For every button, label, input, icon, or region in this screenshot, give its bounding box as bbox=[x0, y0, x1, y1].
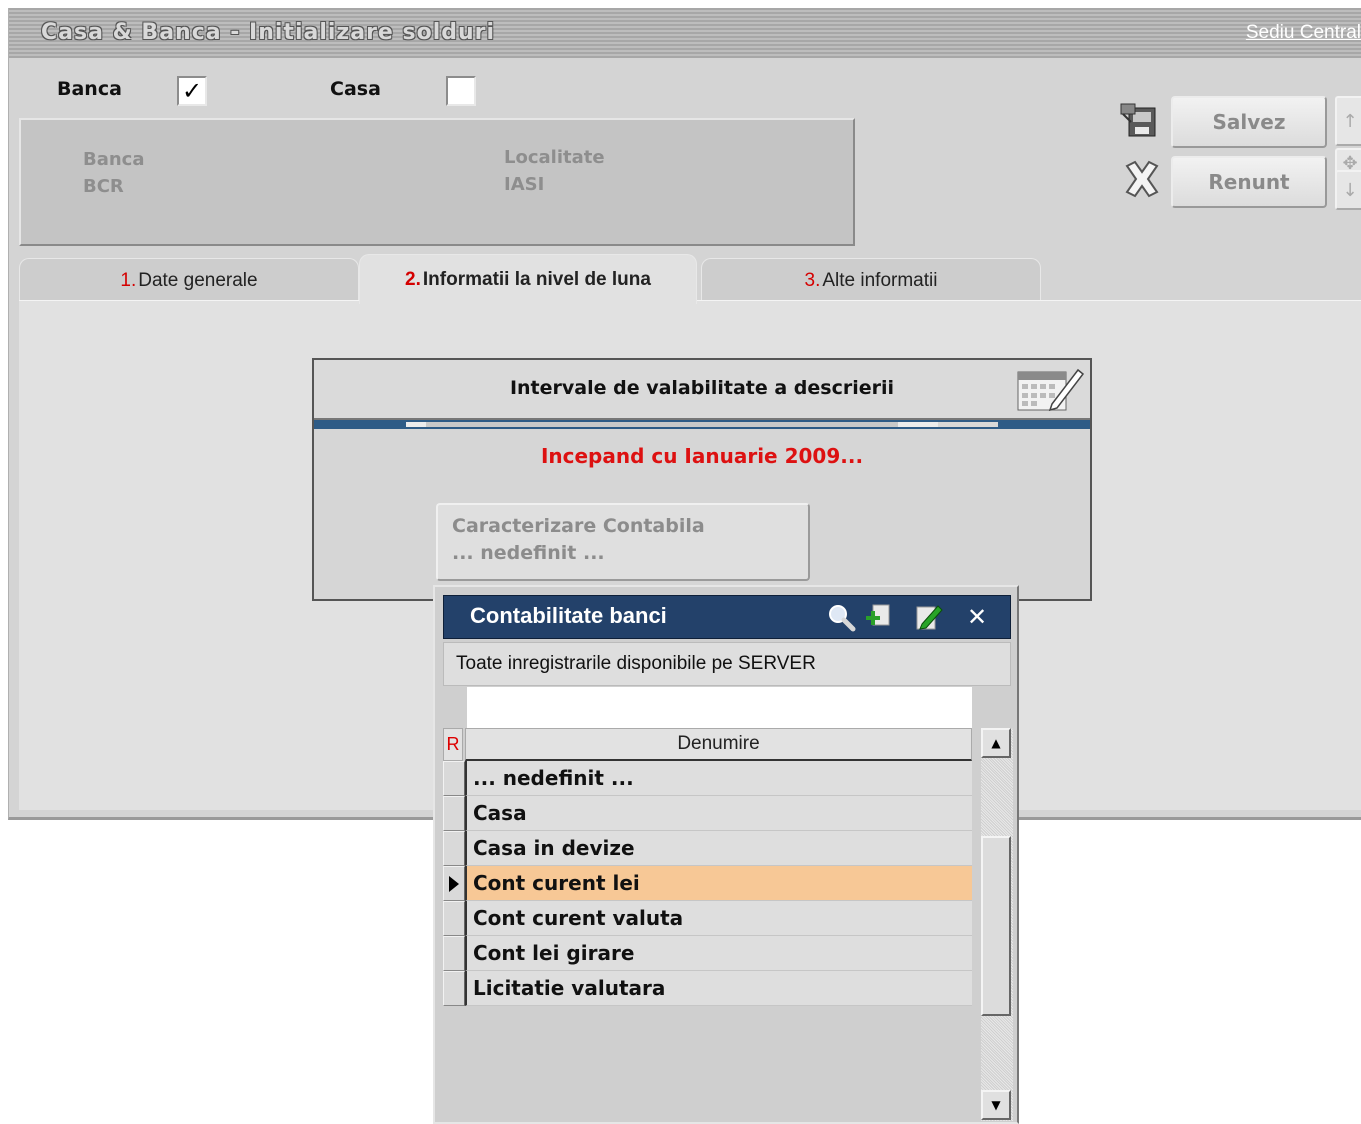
table-row[interactable]: Casa bbox=[443, 796, 972, 831]
contabilitate-banci-popup: Contabilitate banci ✕ Toate inregistrari… bbox=[433, 585, 1019, 1124]
casa-checkbox-label: Casa bbox=[330, 78, 381, 100]
checkmark-icon: ✓ bbox=[181, 77, 203, 105]
column-header-r[interactable]: R bbox=[443, 728, 463, 761]
scrollbar-thumb[interactable] bbox=[981, 836, 1011, 1016]
scroll-down-button[interactable]: ↓ bbox=[1335, 170, 1361, 210]
row-name[interactable]: Cont curent lei bbox=[465, 866, 972, 901]
tab-label: Informatii la nivel de luna bbox=[422, 268, 651, 290]
tab-number: 2. bbox=[405, 268, 421, 290]
row-name[interactable]: Casa bbox=[465, 796, 972, 831]
close-icon[interactable]: ✕ bbox=[962, 602, 992, 632]
row-selector[interactable] bbox=[443, 831, 465, 866]
row-name[interactable]: Casa in devize bbox=[465, 831, 972, 866]
table-row[interactable]: Cont lei girare bbox=[443, 936, 972, 971]
banca-info-value: BCR bbox=[83, 176, 124, 197]
tab-number: 1. bbox=[120, 269, 137, 291]
cancel-button[interactable]: Renunt bbox=[1171, 156, 1327, 208]
edit-record-icon[interactable] bbox=[914, 602, 944, 632]
window-title: Casa & Banca - Initializare solduri bbox=[41, 20, 496, 45]
banca-info-label: Banca bbox=[83, 149, 145, 170]
row-selector[interactable] bbox=[443, 936, 465, 971]
caract-button-value: ... nedefinit ... bbox=[452, 542, 605, 564]
localitate-value: IASI bbox=[504, 174, 545, 195]
casa-checkbox[interactable] bbox=[446, 76, 476, 106]
caract-button-label: Caracterizare Contabila bbox=[452, 515, 705, 537]
table-row[interactable]: Cont curent valuta bbox=[443, 901, 972, 936]
table-row[interactable]: Licitatie valutara bbox=[443, 971, 972, 1006]
scroll-up-arrow-icon[interactable]: ▲ bbox=[981, 728, 1011, 758]
popup-search-input[interactable] bbox=[467, 687, 972, 729]
search-icon[interactable] bbox=[826, 602, 856, 632]
interval-title: Intervale de valabilitate a descrierii bbox=[509, 377, 895, 399]
title-bar: Casa & Banca - Initializare solduri Sedi… bbox=[9, 8, 1361, 58]
row-name[interactable]: Cont curent valuta bbox=[465, 901, 972, 936]
interval-panel: Intervale de valabilitate a descrierii I… bbox=[312, 358, 1092, 601]
sediu-central-link[interactable]: Sediu Central bbox=[1246, 22, 1361, 44]
tab-alte-informatii[interactable]: 3. Alte informatii bbox=[701, 258, 1041, 302]
interval-timeline-bar bbox=[314, 420, 1090, 429]
bank-info-panel: Banca BCR Localitate IASI bbox=[19, 118, 855, 246]
popup-filter-bar[interactable]: Toate inregistrarile disponibile pe SERV… bbox=[443, 642, 1011, 686]
row-name[interactable]: Cont lei girare bbox=[465, 936, 972, 971]
save-button[interactable]: Salvez bbox=[1171, 96, 1327, 148]
tab-label: Date generale bbox=[138, 269, 258, 291]
row-selector[interactable] bbox=[443, 796, 465, 831]
row-selector[interactable] bbox=[443, 901, 465, 936]
popup-filter-text: Toate inregistrarile disponibile pe SERV… bbox=[456, 653, 816, 674]
scroll-down-arrow-icon[interactable]: ▼ bbox=[981, 1090, 1011, 1120]
add-record-icon[interactable] bbox=[864, 602, 894, 632]
tab-label: Alte informatii bbox=[822, 269, 938, 291]
row-name[interactable]: ... nedefinit ... bbox=[465, 761, 972, 796]
table-row[interactable]: Casa in devize bbox=[443, 831, 972, 866]
records-grid: ... nedefinit ... Casa Casa in devize Co… bbox=[443, 761, 972, 1006]
table-row[interactable]: ... nedefinit ... bbox=[443, 761, 972, 796]
banca-checkbox-label: Banca bbox=[57, 78, 122, 100]
row-selector[interactable] bbox=[443, 866, 465, 901]
calendar-edit-icon[interactable] bbox=[1016, 364, 1086, 414]
banca-checkbox[interactable]: ✓ bbox=[177, 76, 207, 106]
localitate-label: Localitate bbox=[504, 147, 605, 168]
save-printer-icon bbox=[1117, 98, 1163, 144]
row-selector[interactable] bbox=[443, 761, 465, 796]
tab-date-generale[interactable]: 1. Date generale bbox=[19, 258, 359, 302]
row-selector[interactable] bbox=[443, 971, 465, 1006]
tab-informatii-luna[interactable]: 2. Informatii la nivel de luna bbox=[359, 254, 697, 304]
current-row-pointer-icon bbox=[449, 875, 459, 892]
row-name[interactable]: Licitatie valutara bbox=[465, 971, 972, 1006]
interval-start-text: Incepand cu Ianuarie 2009... bbox=[540, 444, 864, 468]
tab-number: 3. bbox=[804, 269, 821, 291]
arrow-down-icon: ↓ bbox=[1342, 179, 1358, 201]
popup-header: Contabilitate banci ✕ bbox=[443, 595, 1011, 639]
grid-scrollbar[interactable]: ▲ ▼ bbox=[981, 728, 1013, 1121]
arrow-up-icon: ↑ bbox=[1342, 110, 1358, 132]
interval-header: Intervale de valabilitate a descrierii bbox=[314, 360, 1090, 420]
column-header-denumire[interactable]: Denumire bbox=[465, 728, 972, 761]
scroll-up-button[interactable]: ↑ bbox=[1335, 96, 1361, 146]
cancel-x-icon bbox=[1121, 158, 1163, 200]
caracterizare-contabila-button[interactable]: Caracterizare Contabila ... nedefinit ..… bbox=[436, 503, 810, 581]
popup-title: Contabilitate banci bbox=[470, 603, 667, 628]
table-row-selected[interactable]: Cont curent lei bbox=[443, 866, 972, 901]
